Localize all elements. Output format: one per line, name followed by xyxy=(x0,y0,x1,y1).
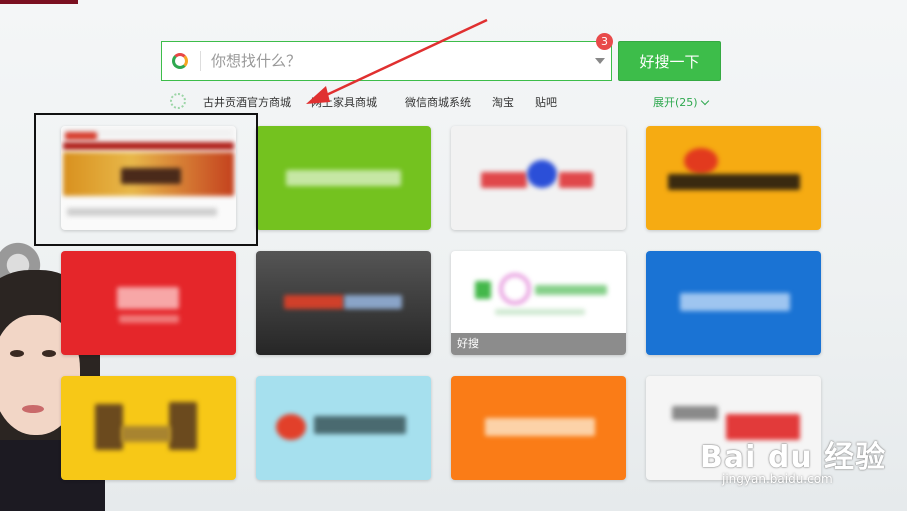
baidu-jingyan-watermark: Bai du 经验 jingyan.baidu.com xyxy=(700,432,900,502)
watermark-main-text: Bai du 经验 xyxy=(700,440,887,475)
watermark-url-text: jingyan.baidu.com xyxy=(722,472,833,486)
